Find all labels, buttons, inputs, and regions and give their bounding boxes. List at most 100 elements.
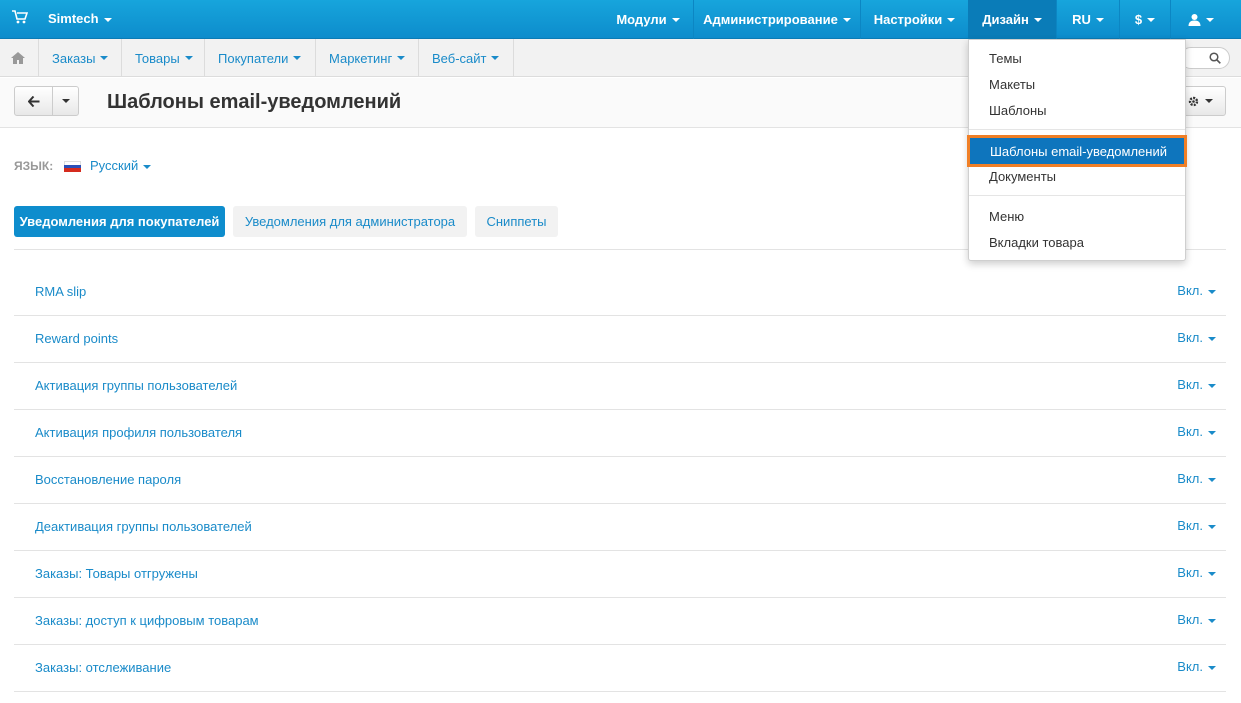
status-label: Вкл. [1177,612,1203,627]
user-icon [1188,14,1201,26]
status-dropdown[interactable]: Вкл. [1177,518,1216,533]
menu-item-menus[interactable]: Меню [969,203,1185,229]
chevron-down-icon [103,17,112,22]
menu-item-templates[interactable]: Шаблоны [969,97,1185,123]
page-title: Шаблоны email-уведомлений [107,91,402,113]
chevron-down-icon [1208,336,1216,341]
list-item: Заказы: отслеживание Вкл. [14,645,1226,692]
status-label: Вкл. [1177,377,1203,392]
template-link[interactable]: RMA slip [35,284,86,299]
chevron-down-icon [397,56,406,60]
chevron-down-icon [491,56,500,60]
tab-customer-notifications[interactable]: Уведомления для покупателей [14,206,225,237]
chevron-down-icon [1206,17,1214,22]
chevron-down-icon [1205,99,1213,103]
divider [38,39,39,77]
top-navbar: Simtech Модули Администрирование Настрой… [0,0,1241,39]
chevron-down-icon [671,17,680,22]
nav-label: RU [1072,12,1091,27]
subnav-marketing[interactable]: Маркетинг [329,39,406,77]
nav-user[interactable] [1171,0,1231,39]
divider [418,39,419,77]
template-link[interactable]: Заказы: Товары отгружены [35,566,198,581]
chevron-down-icon [184,56,193,60]
back-button[interactable] [15,87,53,115]
cart-icon[interactable] [12,10,28,24]
list-item: Заказы: доступ к цифровым товарам Вкл. [14,598,1226,645]
status-dropdown[interactable]: Вкл. [1177,471,1216,486]
history-dropdown-button[interactable] [53,87,78,115]
chevron-down-icon [947,17,956,22]
status-label: Вкл. [1177,565,1203,580]
status-label: Вкл. [1177,283,1203,298]
menu-item-product-tabs[interactable]: Вкладки товара [969,229,1185,255]
nav-label: Дизайн [982,12,1029,27]
menu-item-email-templates[interactable]: Шаблоны email-уведомлений [967,135,1187,167]
status-label: Вкл. [1177,659,1203,674]
home-icon[interactable] [11,52,25,64]
nav-label: Настройки [873,12,943,27]
nav-language[interactable]: RU [1057,0,1119,39]
status-dropdown[interactable]: Вкл. [1177,330,1216,345]
divider [121,39,122,77]
chevron-down-icon [1208,571,1216,576]
template-link[interactable]: Активация профиля пользователя [35,425,242,440]
chevron-down-icon [1095,17,1104,22]
subnav-label: Заказы [52,50,96,66]
subnav-website[interactable]: Веб-сайт [432,39,500,77]
nav-currency[interactable]: $ [1120,0,1170,39]
language-label: ЯЗЫК: [14,159,54,173]
template-link[interactable]: Заказы: отслеживание [35,660,171,675]
status-dropdown[interactable]: Вкл. [1177,659,1216,674]
chevron-down-icon [1208,289,1216,294]
search-icon[interactable] [1209,52,1221,64]
list-item: Деактивация группы пользователей Вкл. [14,504,1226,551]
list-item: Reward points Вкл. [14,316,1226,363]
nav-label: $ [1134,12,1143,27]
gear-icon [1188,96,1199,106]
chevron-down-icon [1147,17,1156,22]
menu-item-layouts[interactable]: Макеты [969,71,1185,97]
menu-divider [969,195,1185,196]
subnav-customers[interactable]: Покупатели [218,39,302,77]
menu-item-themes[interactable]: Темы [969,45,1185,71]
template-link[interactable]: Заказы: доступ к цифровым товарам [35,613,259,628]
status-dropdown[interactable]: Вкл. [1177,612,1216,627]
subnav-label: Веб-сайт [432,50,487,66]
chevron-down-icon [61,99,70,103]
list-item: Восстановление пароля Вкл. [14,457,1226,504]
chevron-down-icon [1208,524,1216,529]
search-input[interactable] [1180,47,1230,69]
nav-administration[interactable]: Администрирование [694,0,860,39]
tab-admin-notifications[interactable]: Уведомления для администратора [233,206,467,237]
nav-modules[interactable]: Модули [603,0,693,39]
nav-label: Администрирование [703,12,838,27]
brand-label: Simtech [48,11,99,26]
divider [315,39,316,77]
back-button-group [14,86,79,116]
arrow-left-icon [27,95,39,107]
status-dropdown[interactable]: Вкл. [1177,565,1216,580]
nav-settings[interactable]: Настройки [861,0,968,39]
subnav-orders[interactable]: Заказы [52,39,109,77]
template-link[interactable]: Reward points [35,331,118,346]
status-dropdown[interactable]: Вкл. [1177,283,1216,298]
status-label: Вкл. [1177,330,1203,345]
brand-menu[interactable]: Simtech [48,11,112,26]
template-link[interactable]: Восстановление пароля [35,472,181,487]
status-dropdown[interactable]: Вкл. [1177,424,1216,439]
language-select[interactable]: Русский [90,158,152,173]
template-link[interactable]: Деактивация группы пользователей [35,519,252,534]
divider [513,39,514,77]
status-dropdown[interactable]: Вкл. [1177,377,1216,392]
nav-design[interactable]: Дизайн [968,0,1056,39]
subnav-label: Маркетинг [329,50,393,66]
chevron-down-icon [1208,430,1216,435]
chevron-down-icon [1208,383,1216,388]
subnav-products[interactable]: Товары [135,39,193,77]
list-item: Активация группы пользователей Вкл. [14,363,1226,410]
tab-snippets[interactable]: Сниппеты [475,206,558,237]
template-link[interactable]: Активация группы пользователей [35,378,237,393]
list-item: Активация профиля пользователя Вкл. [14,410,1226,457]
menu-item-documents[interactable]: Документы [969,163,1185,189]
